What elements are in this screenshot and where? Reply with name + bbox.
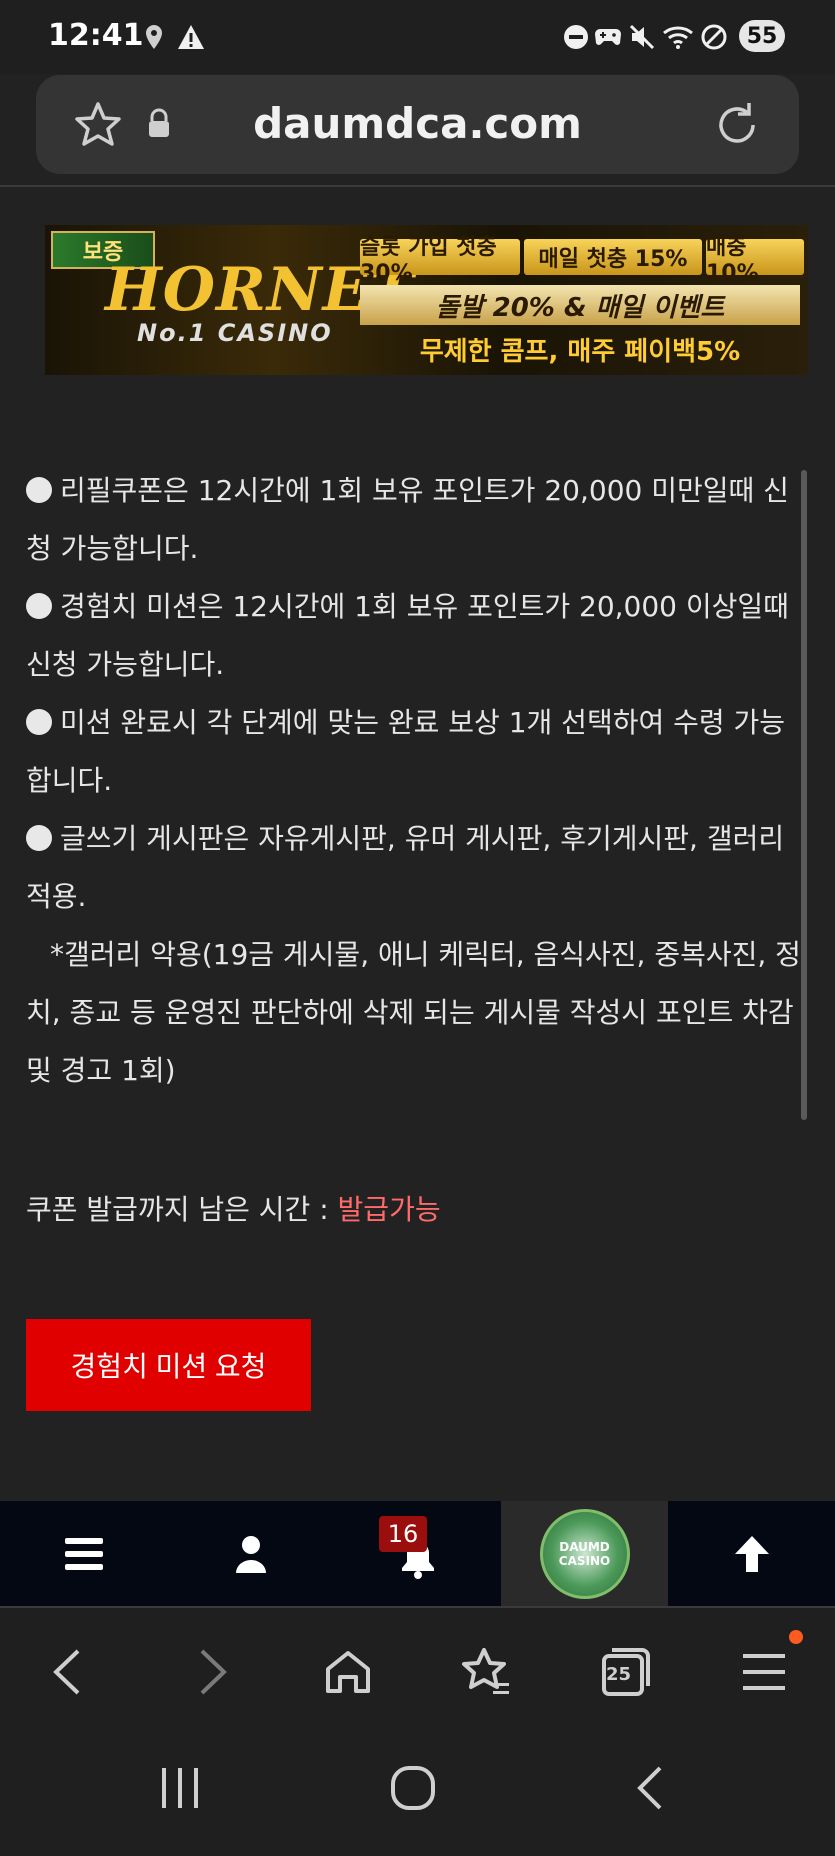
menu-icon[interactable] (734, 1642, 794, 1702)
battery-indicator: 55 (739, 20, 785, 52)
scroll-top-arrow-icon[interactable] (668, 1501, 835, 1607)
menu-hamburger-icon[interactable] (0, 1501, 167, 1607)
bookmarks-icon[interactable] (456, 1642, 516, 1702)
notice-item: 리필쿠폰은 12시간에 1회 보유 포인트가 20,000 미만일때 신청 가능… (26, 474, 789, 565)
notice-item: 글쓰기 게시판은 자유게시판, 유머 게시판, 후기게시판, 갤러리 적용. (26, 822, 785, 913)
block-icon (700, 22, 728, 52)
banner-subtitle: No.1 CASINO (137, 319, 333, 347)
bullet-icon (26, 593, 52, 619)
notification-count-badge: 16 (379, 1516, 427, 1552)
banner-comp: 무제한 콤프, 매주 페이백5% (419, 336, 741, 367)
notice-item: 경험치 미션은 12시간에 1회 보유 포인트가 20,000 이상일때 신청 … (26, 590, 789, 681)
location-icon (142, 22, 166, 52)
coupon-status: 발급가능 (337, 1193, 441, 1226)
home-button-icon[interactable] (383, 1758, 443, 1818)
gallery-note: *갤러리 악용(19금 게시물, 애니 케릭터, 음식사진, 중복사진, 정치,… (26, 938, 801, 1087)
bullet-icon (26, 477, 52, 503)
mute-icon (628, 22, 656, 52)
banner-event: 돌발 20% & 매일 이벤트 (360, 285, 800, 325)
game-icon (594, 22, 622, 52)
mission-request-button[interactable]: 경험치 미션 요청 (26, 1319, 311, 1411)
bullet-icon (26, 825, 52, 851)
forward-icon[interactable] (182, 1642, 242, 1702)
toolbar-divider (0, 185, 835, 187)
wifi-icon (662, 22, 696, 52)
user-icon[interactable] (167, 1501, 334, 1607)
tab-count: 25 (606, 1664, 632, 1685)
address-bar[interactable]: daumdca.com (36, 75, 799, 174)
tabs-icon[interactable]: 25 (596, 1642, 656, 1702)
warning-icon (176, 22, 206, 52)
dnd-icon (563, 22, 589, 52)
home-icon[interactable] (318, 1642, 378, 1702)
url-text[interactable]: daumdca.com (36, 99, 799, 148)
recent-apps-icon[interactable] (150, 1758, 210, 1818)
back-icon[interactable] (38, 1642, 98, 1702)
coupon-timer: 쿠폰 발급까지 남은 시간 : 발급가능 (26, 1188, 441, 1228)
daumd-casino-logo: DAUMD CASINO (539, 1509, 630, 1599)
status-bar: 12:41 55 (0, 0, 835, 74)
scrollbar[interactable] (801, 470, 807, 1120)
casino-logo-button[interactable]: DAUMD CASINO (501, 1501, 668, 1607)
coupon-label: 쿠폰 발급까지 남은 시간 : (26, 1193, 338, 1226)
browser-toolbar: 25 (0, 1608, 835, 1728)
system-back-icon[interactable] (620, 1758, 680, 1818)
notice-item: 미션 완료시 각 단계에 맞는 완료 보상 1개 선택하여 수령 가능합니다. (26, 706, 786, 797)
notice-list: 리필쿠폰은 12시간에 1회 보유 포인트가 20,000 미만일때 신청 가능… (26, 462, 806, 1100)
reload-icon[interactable] (711, 99, 763, 155)
hornet-casino-banner[interactable]: 보증 HORNET No.1 CASINO 슬롯 가입 첫충 30% 매일 첫충… (45, 225, 808, 375)
bullet-icon (26, 709, 52, 735)
banner-tag: 슬롯 가입 첫충 30% (360, 235, 520, 286)
status-time: 12:41 (48, 18, 144, 53)
menu-notification-dot (789, 1630, 803, 1644)
system-nav-bar (0, 1728, 835, 1856)
banner-tag: 매충 10% (706, 235, 804, 286)
banner-tag: 매일 첫충 15% (524, 239, 702, 275)
